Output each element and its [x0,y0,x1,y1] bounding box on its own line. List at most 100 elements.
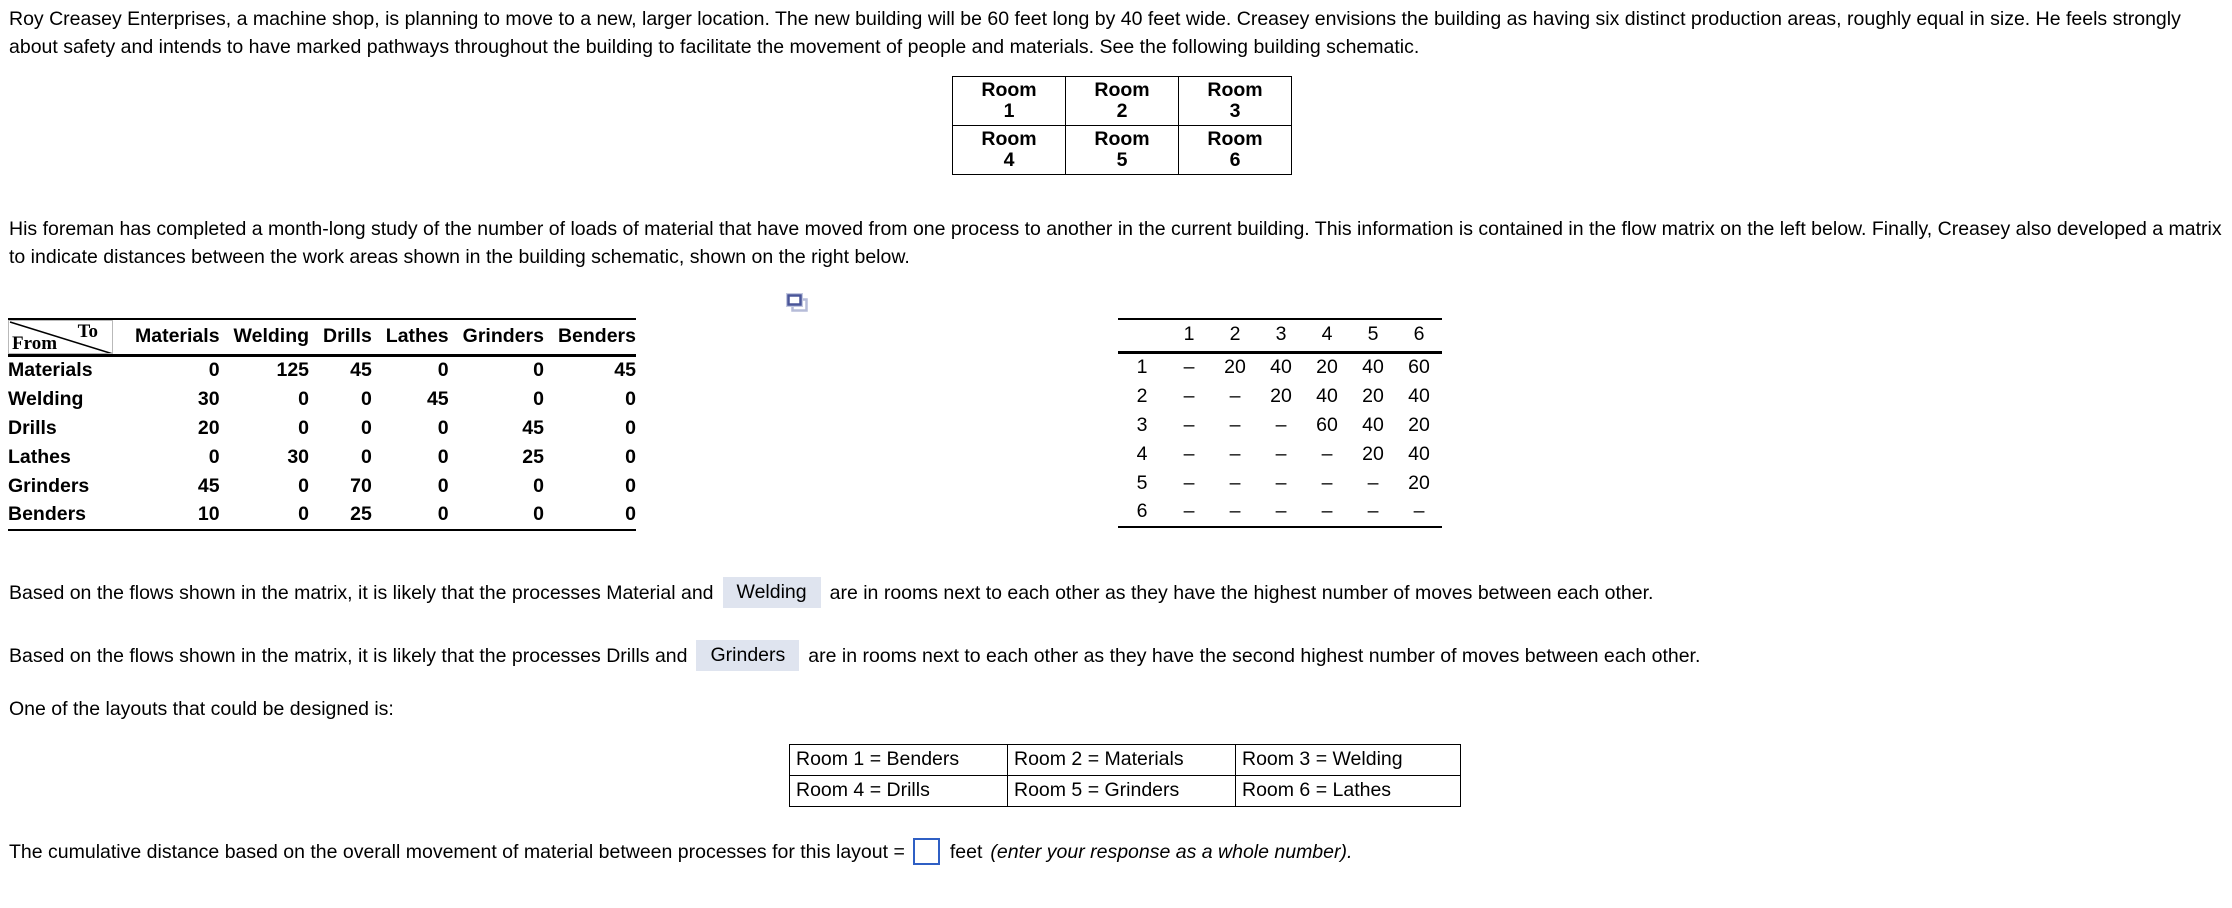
flow-matrix-col-lathes: Lathes [371,318,449,357]
flow-matrix-cell: 0 [360,445,372,468]
answer-line: The cumulative distance based on the ove… [9,838,1352,865]
distance-matrix-cell: – [1229,471,1241,494]
schematic-room-6: Room 6 [1178,125,1292,175]
flow-matrix-col-grinders: Grinders [448,318,544,357]
layouts-intro-text: One of the layouts that could be designe… [9,698,394,720]
distance-matrix-cell: – [1183,413,1195,436]
distance-matrix-cell: – [1275,442,1287,465]
question-second-row: Based on the flows shown in the matrix, … [9,640,1700,671]
table-row: Room 1 = Benders Room 2 = Materials Room… [789,744,1461,776]
flow-matrix-col-welding: Welding [219,318,310,357]
table-row: Drills 20 0 0 0 45 0 [8,414,636,443]
foreman-paragraph: His foreman has completed a month-long s… [9,218,2228,268]
distance-matrix-cell: 40 [1362,356,1384,379]
table-row: Materials 0 125 45 0 0 45 [8,356,636,385]
schematic-room-3-label: Room [1207,79,1263,101]
flow-matrix-cell: 0 [533,387,544,410]
schematic-room-5-number: 5 [1116,149,1128,171]
flow-matrix-table: From To Materials Welding Drills Lathes … [8,318,636,531]
distance-matrix-row-label: 1 [1136,356,1148,379]
layout-cell-room-4: Room 4 = Drills [789,775,1008,807]
distance-matrix-table: 1 2 3 4 5 6 1 – 20 40 20 40 60 2 – – 20 … [1118,318,1442,528]
distance-matrix-cell: – [1396,497,1442,528]
distance-matrix-col-6: 6 [1396,318,1442,354]
distance-matrix-row-label: 2 [1136,384,1148,407]
flow-matrix-cell: 0 [437,445,449,468]
distance-matrix-cell: 20 [1408,471,1430,494]
distance-matrix-cell: 40 [1408,384,1430,407]
flow-matrix-cell: 0 [360,387,372,410]
distance-matrix-col-3: 3 [1258,318,1304,354]
distance-matrix-cell: 20 [1224,356,1246,379]
dropdown-second-process[interactable]: Grinders [696,640,800,671]
flow-matrix-cell: 10 [113,500,220,531]
flow-matrix-cell: 45 [426,387,449,410]
layouts-intro-line: One of the layouts that could be designe… [9,696,394,722]
question-second-suffix: are in rooms next to each other as they … [808,644,1701,667]
flow-matrix-cell: 0 [437,416,449,439]
distance-matrix-cell: – [1229,413,1241,436]
cumulative-distance-input[interactable] [912,838,940,865]
distance-matrix-cell: 40 [1362,413,1384,436]
distance-matrix-cell: – [1275,413,1287,436]
table-row: Lathes 0 30 0 0 25 0 [8,443,636,472]
flow-matrix-cell: 0 [298,474,310,497]
flow-matrix-cell: 0 [219,500,310,531]
layout-cell-room-2: Room 2 = Materials [1007,744,1236,776]
table-row: 6 – – – – – – [1118,497,1442,528]
table-row: 1 – 20 40 20 40 60 [1118,353,1442,382]
schematic-room-4-number: 4 [1003,149,1015,171]
distance-matrix-cell: – [1304,497,1350,528]
flow-matrix-cell: 0 [625,416,636,439]
table-row: Welding 30 0 0 45 0 0 [8,385,636,414]
schematic-room-5: Room 5 [1065,125,1179,175]
distance-matrix-row-label: 5 [1136,471,1148,494]
table-row: Benders 10 0 25 0 0 0 [8,500,636,531]
table-row: Room 4 = Drills Room 5 = Grinders Room 6… [789,775,1461,807]
flow-matrix-cell: 0 [298,387,310,410]
flow-matrix-cell: 0 [543,500,636,531]
flow-matrix-cell: 45 [197,474,220,497]
distance-matrix-cell: 20 [1270,384,1292,407]
schematic-room-4: Room 4 [952,125,1066,175]
distance-matrix-cell: 40 [1270,356,1292,379]
distance-matrix-cell: – [1367,471,1379,494]
distance-matrix-cell: 20 [1362,442,1384,465]
distance-matrix-cell: – [1183,442,1195,465]
flow-matrix-row-label: Lathes [8,445,71,468]
distance-matrix-corner [1118,318,1166,354]
flow-matrix-cell: 0 [437,359,449,382]
answer-hint: (enter your response as a whole number). [990,840,1353,863]
flow-matrix-cell: 0 [625,474,636,497]
schematic-room-4-label: Room [981,128,1037,150]
flow-matrix-container: From To Materials Welding Drills Lathes … [8,318,636,531]
table-row: 3 – – – 60 40 20 [1118,411,1442,440]
flow-matrix-cell: 20 [197,416,220,439]
answer-unit-label: feet [949,840,983,863]
intro-paragraph: Roy Creasey Enterprises, a machine shop,… [9,8,2187,58]
from-to-diagonal-box: From To [8,320,113,354]
schematic-room-2-label: Room [1094,79,1150,101]
distance-matrix-cell: – [1166,497,1212,528]
layout-cell-room-3: Room 3 = Welding [1235,744,1461,776]
flow-matrix-to-label: To [77,321,98,342]
duplicate-windows-icon[interactable] [786,293,808,313]
distance-matrix-cell: 40 [1408,442,1430,465]
schematic-room-6-label: Room [1207,128,1263,150]
schematic-room-1-number: 1 [1003,100,1015,122]
distance-matrix-cell: – [1321,471,1333,494]
distance-matrix-cell: – [1183,356,1195,379]
flow-matrix-cell: 70 [350,474,372,497]
distance-matrix-cell: 60 [1316,413,1338,436]
distance-matrix-header-row: 1 2 3 4 5 6 [1118,318,1442,354]
flow-matrix-cell: 30 [287,445,310,468]
dropdown-first-process[interactable]: Welding [722,577,821,608]
table-row: 2 – – 20 40 20 40 [1118,382,1442,411]
flow-matrix-cell: 0 [208,445,220,468]
distance-matrix-row-label: 4 [1136,442,1148,465]
distance-matrix-cell: – [1212,497,1258,528]
flow-matrix-col-benders: Benders [543,318,636,357]
flow-matrix-row-label: Drills [8,416,57,439]
layout-cell-room-6: Room 6 = Lathes [1235,775,1461,807]
flow-matrix-from-to-corner: From To [8,318,113,357]
